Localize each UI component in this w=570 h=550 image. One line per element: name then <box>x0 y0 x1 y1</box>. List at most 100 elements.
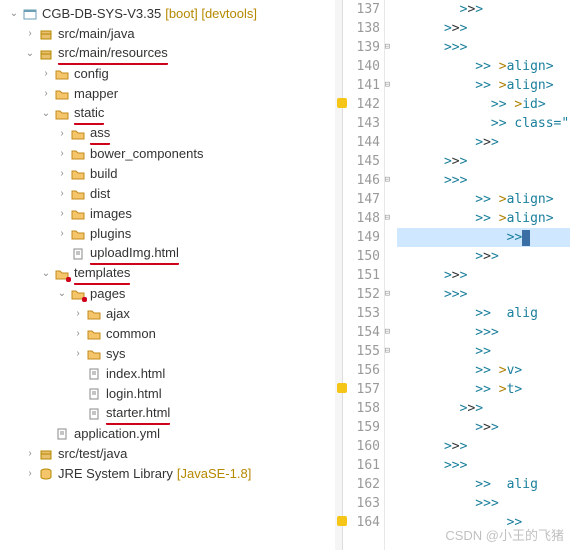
chevron-right-icon[interactable]: › <box>70 344 86 364</box>
tree-item[interactable]: ›images <box>4 204 335 224</box>
code-line[interactable]: >>> <box>397 171 570 190</box>
line-number[interactable]: 156 <box>343 361 380 380</box>
chevron-right-icon[interactable]: › <box>22 464 38 484</box>
tree-item[interactable]: ›build <box>4 164 335 184</box>
code-line[interactable]: >>> <box>397 0 570 19</box>
chevron-down-icon[interactable]: ⌄ <box>22 44 38 64</box>
line-number[interactable]: 146⊟ <box>343 171 380 190</box>
chevron-right-icon[interactable]: › <box>22 444 38 464</box>
line-number[interactable]: 143 <box>343 114 380 133</box>
code-line[interactable]: >>> <box>397 133 570 152</box>
tree-item[interactable]: ⌄templates <box>4 264 335 284</box>
code-line[interactable]: >> alig <box>397 304 570 323</box>
code-line[interactable]: >>> <box>397 418 570 437</box>
tree-item[interactable]: ›JRE System Library [JavaSE-1.8] <box>4 464 335 484</box>
line-number[interactable]: 141⊟ <box>343 76 380 95</box>
tree-item[interactable]: ›ass <box>4 124 335 144</box>
line-number[interactable]: 163 <box>343 494 380 513</box>
tree-item[interactable]: ›src/main/java <box>4 24 335 44</box>
code-line[interactable]: >>> <box>397 399 570 418</box>
code-line[interactable]: >> >v> <box>397 361 570 380</box>
code-line[interactable]: >>> <box>397 152 570 171</box>
code-line[interactable]: >>> <box>397 38 570 57</box>
line-number[interactable]: 150 <box>343 247 380 266</box>
code-line[interactable]: >> <box>397 342 570 361</box>
tree-item[interactable]: ⌄CGB-DB-SYS-V3.35 [boot] [devtools] <box>4 4 335 24</box>
tree-item[interactable]: ⌄pages <box>4 284 335 304</box>
line-number[interactable]: 139⊟ <box>343 38 380 57</box>
line-number[interactable]: 145 <box>343 152 380 171</box>
chevron-right-icon[interactable]: › <box>22 24 38 44</box>
code-line[interactable]: >>> <box>397 266 570 285</box>
chevron-right-icon[interactable]: › <box>70 324 86 344</box>
chevron-right-icon[interactable]: › <box>54 164 70 184</box>
code-line[interactable]: >> >id> <box>397 95 570 114</box>
code-line[interactable]: >> <box>397 513 570 532</box>
code-area[interactable]: >>> >>> >>> >> >align> >> >align> >> >id… <box>397 0 570 532</box>
tree-item[interactable]: ›config <box>4 64 335 84</box>
code-line[interactable]: >> >align> <box>397 190 570 209</box>
chevron-right-icon[interactable]: › <box>54 184 70 204</box>
chevron-right-icon[interactable]: › <box>70 304 86 324</box>
code-line[interactable]: >> alig <box>397 475 570 494</box>
code-line[interactable]: >>> <box>397 285 570 304</box>
code-line[interactable]: >> class="ent">&nbsp;>>> <box>397 114 570 133</box>
line-number[interactable]: 159 <box>343 418 380 437</box>
line-number[interactable]: 148⊟ <box>343 209 380 228</box>
line-number[interactable]: 144 <box>343 133 380 152</box>
tree-item[interactable]: ›src/test/java <box>4 444 335 464</box>
code-line[interactable]: >> >align> <box>397 76 570 95</box>
code-line[interactable]: >>> <box>397 19 570 38</box>
line-number[interactable]: 147 <box>343 190 380 209</box>
tree-item[interactable]: application.yml <box>4 424 335 444</box>
code-line[interactable]: >>> <box>397 456 570 475</box>
line-number[interactable]: 140 <box>343 57 380 76</box>
tree-item[interactable]: starter.html <box>4 404 335 424</box>
line-number[interactable]: 151 <box>343 266 380 285</box>
line-gutter[interactable]: 137138139⊟140141⊟142143144145146⊟147148⊟… <box>343 0 385 550</box>
chevron-right-icon[interactable]: › <box>54 224 70 244</box>
line-number[interactable]: 137 <box>343 0 380 19</box>
code-line[interactable]: >> >align> <box>397 57 570 76</box>
tree-item[interactable]: uploadImg.html <box>4 244 335 264</box>
line-number[interactable]: 153 <box>343 304 380 323</box>
line-number[interactable]: 142 <box>343 95 380 114</box>
chevron-down-icon[interactable]: ⌄ <box>38 264 54 284</box>
chevron-down-icon[interactable]: ⌄ <box>38 104 54 124</box>
tree-item[interactable]: ›common <box>4 324 335 344</box>
line-number[interactable]: 149 <box>343 228 380 247</box>
code-line[interactable]: >>> <box>397 494 570 513</box>
tree-item[interactable]: ›ajax <box>4 304 335 324</box>
chevron-down-icon[interactable]: ⌄ <box>54 284 70 304</box>
code-line[interactable]: >>> <box>397 323 570 342</box>
line-number[interactable]: 152⊟ <box>343 285 380 304</box>
chevron-right-icon[interactable]: › <box>54 144 70 164</box>
line-number[interactable]: 155⊟ <box>343 342 380 361</box>
tree-item[interactable]: ⌄src/main/resources <box>4 44 335 64</box>
code-line[interactable]: >> <box>397 228 570 247</box>
chevron-right-icon[interactable]: › <box>38 84 54 104</box>
tree-item[interactable]: ›bower_components <box>4 144 335 164</box>
line-number[interactable]: 161 <box>343 456 380 475</box>
line-number[interactable]: 162 <box>343 475 380 494</box>
project-tree[interactable]: ⌄CGB-DB-SYS-V3.35 [boot] [devtools]›src/… <box>0 0 335 550</box>
chevron-right-icon[interactable]: › <box>38 64 54 84</box>
chevron-down-icon[interactable]: ⌄ <box>6 4 22 24</box>
line-number[interactable]: 138 <box>343 19 380 38</box>
code-line[interactable]: >>> <box>397 247 570 266</box>
chevron-right-icon[interactable]: › <box>54 204 70 224</box>
tree-item[interactable]: login.html <box>4 384 335 404</box>
line-number[interactable]: 157 <box>343 380 380 399</box>
code-line[interactable]: >>> <box>397 437 570 456</box>
chevron-right-icon[interactable]: › <box>54 124 70 144</box>
tree-item[interactable]: ›sys <box>4 344 335 364</box>
code-line[interactable]: >> >t> <box>397 380 570 399</box>
line-number[interactable]: 158 <box>343 399 380 418</box>
tree-item[interactable]: ›mapper <box>4 84 335 104</box>
tree-item[interactable]: ›dist <box>4 184 335 204</box>
line-number[interactable]: 164 <box>343 513 380 532</box>
tree-item[interactable]: index.html <box>4 364 335 384</box>
code-line[interactable]: >> >align> <box>397 209 570 228</box>
code-editor[interactable]: 137138139⊟140141⊟142143144145146⊟147148⊟… <box>335 0 570 550</box>
tree-item[interactable]: ⌄static <box>4 104 335 124</box>
